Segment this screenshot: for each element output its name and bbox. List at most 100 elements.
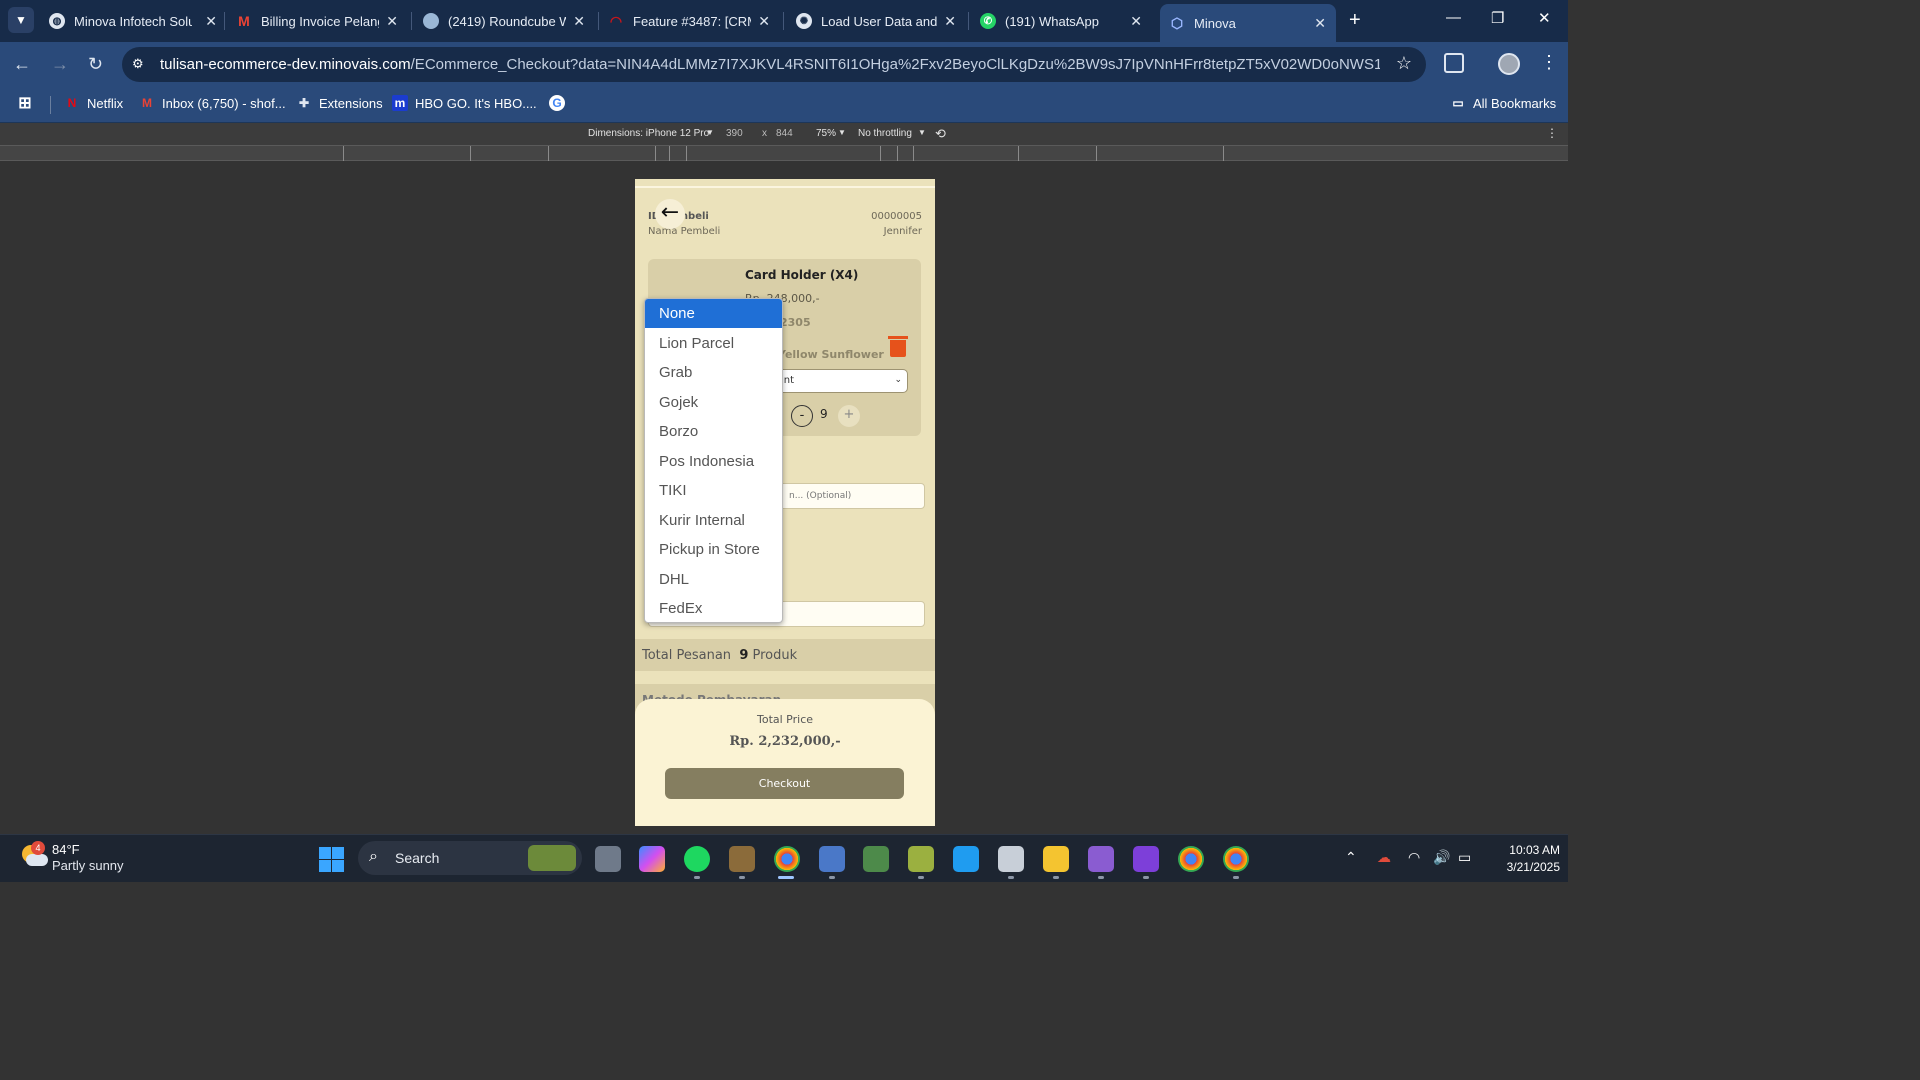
browser-menu-icon[interactable]: ⋮	[1540, 52, 1558, 73]
chevron-down-icon: ▼	[918, 128, 926, 137]
bookmark-label: Netflix	[87, 95, 124, 111]
search-label: Search	[395, 850, 440, 866]
tab-roundcube[interactable]: (2419) Roundcube W ✕	[423, 6, 585, 36]
forward-arrow-icon[interactable]: →	[51, 54, 69, 75]
vscode-icon[interactable]	[953, 846, 979, 872]
back-arrow-icon[interactable]: ←	[13, 54, 31, 75]
courier-option[interactable]: Borzo	[645, 417, 782, 446]
notepad-plus-icon[interactable]	[863, 846, 889, 872]
courier-dropdown-list[interactable]: None Lion Parcel Grab Gojek Borzo Pos In…	[644, 298, 783, 623]
bookmark-label: Extensions	[319, 95, 383, 111]
gmail-icon: M	[238, 13, 250, 29]
weather-desc[interactable]: Partly sunny	[52, 858, 124, 873]
wifi-icon[interactable]: ◠	[1408, 849, 1420, 866]
site-info-icon[interactable]: ⚙	[132, 56, 150, 73]
weather-temp[interactable]: 84°F	[52, 842, 80, 857]
tab-title: (2419) Roundcube W	[448, 13, 566, 29]
tab-billing-invoice[interactable]: M Billing Invoice Pelang ✕	[236, 6, 398, 36]
visual-studio-icon[interactable]	[1133, 846, 1159, 872]
delete-item-icon[interactable]	[888, 334, 908, 358]
volume-icon[interactable]: 🔊	[1433, 849, 1450, 866]
total-price-label: Total Price	[756, 713, 814, 726]
copilot-icon[interactable]	[639, 846, 665, 872]
bookmark-google[interactable]: G	[549, 95, 572, 111]
tab-minova-infotech[interactable]: ◍ Minova Infotech Solu ✕	[49, 6, 217, 36]
windows-start-icon[interactable]	[319, 847, 344, 872]
tab-search-button[interactable]: ▼	[8, 7, 34, 33]
tab-redmine-feature[interactable]: ◠ Feature #3487: [CRM ✕	[608, 6, 770, 36]
tab-title: Load User Data and \	[821, 13, 939, 29]
courier-option[interactable]: None	[645, 299, 782, 328]
courier-option[interactable]: Grab	[645, 358, 782, 387]
bookmark-hbo[interactable]: m HBO GO. It's HBO....	[392, 95, 537, 111]
taskbar-search[interactable]: ⌕ Search	[358, 841, 582, 875]
courier-option[interactable]: FedEx	[645, 594, 782, 622]
courier-option[interactable]: Lion Parcel	[645, 329, 782, 358]
throttling-select[interactable]: No throttling	[858, 128, 912, 139]
file-explorer-icon[interactable]	[1043, 846, 1069, 872]
address-bar[interactable]: ⚙ tulisan-ecommerce-dev.minovais.com/ECo…	[122, 47, 1426, 82]
courier-option[interactable]: Gojek	[645, 388, 782, 417]
rotate-icon[interactable]: ⟲	[935, 126, 946, 142]
spotify-icon[interactable]	[684, 846, 710, 872]
bookmark-inbox[interactable]: M Inbox (6,750) - shof...	[139, 95, 286, 111]
app-icon[interactable]	[908, 846, 934, 872]
media-query-ruler[interactable]	[0, 145, 1568, 161]
close-icon[interactable]: ✕	[573, 13, 585, 30]
tab-minova[interactable]: ⬡ Minova ✕	[1160, 4, 1336, 42]
all-bookmarks-button[interactable]: ▭ All Bookmarks	[1450, 95, 1556, 111]
more-options-icon[interactable]: ⋮	[1546, 126, 1558, 140]
device-height-input[interactable]: 844	[776, 128, 793, 139]
chevron-up-icon[interactable]: ⌃	[1345, 849, 1357, 866]
reload-icon[interactable]: ↻	[88, 54, 103, 75]
courier-option[interactable]: DHL	[645, 565, 782, 594]
close-icon[interactable]: ✕	[205, 13, 217, 30]
search-icon: ⌕	[369, 848, 378, 865]
onedrive-icon[interactable]: ☁	[1377, 849, 1391, 866]
netflix-icon: N	[67, 96, 77, 110]
avatar[interactable]	[1498, 53, 1520, 75]
close-icon[interactable]: ✕	[1130, 13, 1142, 30]
close-icon[interactable]: ✕	[1314, 15, 1326, 32]
device-dimensions-select[interactable]: Dimensions: iPhone 12 Pro	[588, 128, 709, 139]
tab-load-user-data[interactable]: ✺ Load User Data and \ ✕	[796, 6, 956, 36]
courier-option[interactable]: TIKI	[645, 476, 782, 505]
new-tab-button[interactable]: +	[1349, 9, 1361, 32]
close-icon[interactable]: ✕	[386, 13, 398, 30]
close-icon[interactable]: ✕	[758, 13, 770, 30]
extensions-puzzle-icon[interactable]	[1444, 53, 1464, 73]
checkout-button[interactable]: Checkout	[665, 768, 904, 799]
quantity-plus-button[interactable]: +	[838, 405, 860, 427]
snipping-tool-icon[interactable]	[729, 846, 755, 872]
bookmark-extensions[interactable]: ✚ Extensions	[296, 95, 383, 111]
close-window-icon[interactable]: ✕	[1538, 9, 1551, 27]
restore-icon[interactable]: ❐	[1491, 9, 1504, 27]
chrome-profile-icon[interactable]	[1223, 846, 1249, 872]
bookmark-netflix[interactable]: N Netflix	[64, 95, 123, 111]
minimize-icon[interactable]: —	[1446, 9, 1461, 26]
taskbar-clock[interactable]: 10:03 AM 3/21/2025	[1480, 842, 1560, 876]
visual-studio-icon[interactable]	[1088, 846, 1114, 872]
chevron-down-icon: ▼	[838, 128, 846, 137]
battery-icon[interactable]: ▭	[1458, 849, 1471, 866]
close-icon[interactable]: ✕	[944, 13, 956, 30]
device-width-input[interactable]: 390	[726, 128, 743, 139]
courier-option[interactable]: Kurir Internal	[645, 506, 782, 535]
task-view-icon[interactable]	[595, 846, 621, 872]
courier-option[interactable]: Pickup in Store	[645, 535, 782, 564]
back-arrow-icon[interactable]: ←	[655, 199, 685, 229]
nama-pembeli-label: Nama Pembeli	[648, 226, 721, 237]
bookmark-star-icon[interactable]: ☆	[1396, 53, 1412, 74]
tab-whatsapp[interactable]: ✆ (191) WhatsApp ✕	[980, 6, 1142, 36]
dimension-separator: x	[762, 128, 767, 139]
app-icon[interactable]	[998, 846, 1024, 872]
quantity-minus-button[interactable]: -	[791, 405, 813, 427]
zoom-select[interactable]: 75%	[816, 128, 836, 139]
apps-grid-icon[interactable]: ⊞	[17, 95, 40, 112]
search-highlight-image	[528, 845, 576, 871]
chrome-icon[interactable]	[1178, 846, 1204, 872]
chrome-icon[interactable]	[774, 846, 800, 872]
remote-desktop-icon[interactable]	[819, 846, 845, 872]
courier-option[interactable]: Pos Indonesia	[645, 447, 782, 476]
url-text[interactable]: tulisan-ecommerce-dev.minovais.com/EComm…	[160, 56, 1380, 73]
